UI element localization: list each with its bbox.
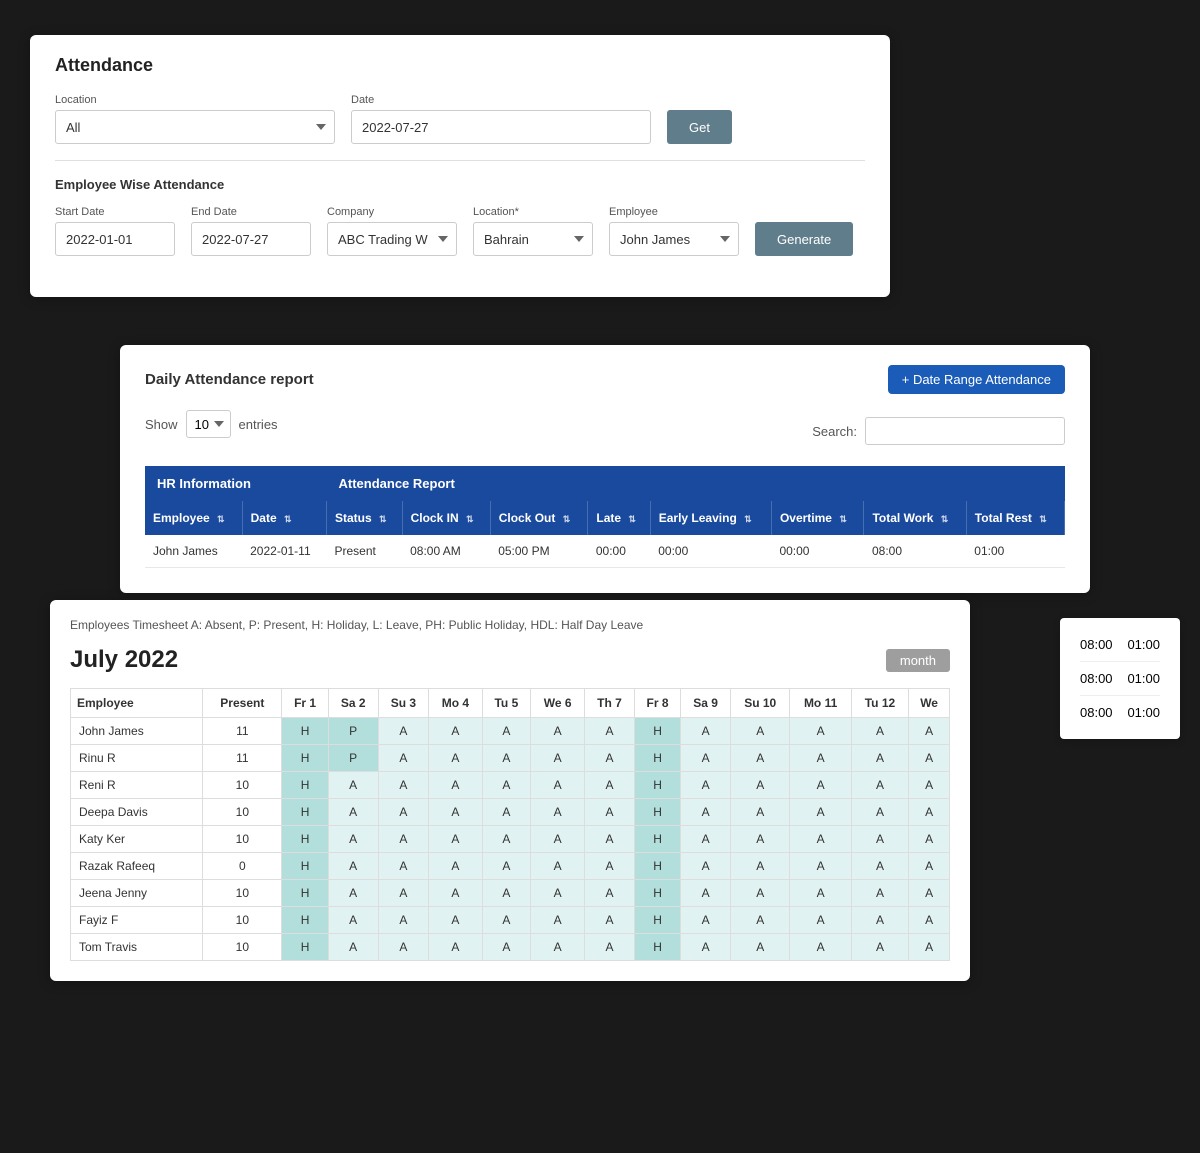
ts-day-fr1: Fr 1: [282, 689, 328, 718]
employee-wise-title: Employee Wise Attendance: [55, 177, 865, 192]
ts-day-mo11: Mo 11: [790, 689, 851, 718]
attendance-card: Attendance Location All Date Get Employe…: [30, 35, 890, 297]
timesheet-row: Tom Travis10HAAAAAAHAAAAA: [71, 934, 950, 961]
table-row: John James2022-01-11Present08:00 AM05:00…: [145, 535, 1065, 568]
timesheet-row: Deepa Davis10HAAAAAAHAAAAA: [71, 799, 950, 826]
attendance-table: HR Information Attendance Report Employe…: [145, 466, 1065, 568]
location2-label: Location*: [473, 206, 593, 218]
ts-day-su10: Su 10: [730, 689, 790, 718]
report-title: Daily Attendance report: [145, 371, 314, 388]
generate-button[interactable]: Generate: [755, 222, 853, 256]
attendance-title: Attendance: [55, 55, 865, 76]
ts-day-mo4: Mo 4: [429, 689, 482, 718]
timesheet-table: Employee Present Fr 1 Sa 2 Su 3 Mo 4 Tu …: [70, 688, 950, 961]
timesheet-row: John James11HPAAAAAHAAAAA: [71, 718, 950, 745]
col-early-leaving[interactable]: Early Leaving ⇅: [650, 501, 771, 535]
date-input[interactable]: [351, 110, 651, 144]
location-group: Location All: [55, 94, 335, 144]
employee-select[interactable]: John James: [609, 222, 739, 256]
entries-label: entries: [239, 417, 278, 432]
timesheet-row: Razak Rafeeq0HAAAAAAHAAAAA: [71, 853, 950, 880]
start-date-label: Start Date: [55, 206, 175, 218]
col-total-work[interactable]: Total Work ⇅: [864, 501, 966, 535]
company-select[interactable]: ABC Trading W: [327, 222, 457, 256]
location-label: Location: [55, 94, 335, 106]
col-overtime[interactable]: Overtime ⇅: [771, 501, 864, 535]
ts-day-th7: Th 7: [585, 689, 635, 718]
ts-day-fr8: Fr 8: [634, 689, 680, 718]
search-input[interactable]: [865, 417, 1065, 445]
date-label: Date: [351, 94, 651, 106]
extra-row-1: 08:00 01:00: [1080, 628, 1160, 662]
ts-day-tu5: Tu 5: [482, 689, 531, 718]
extra-total-work-3: 08:00: [1080, 705, 1113, 720]
col-employee[interactable]: Employee ⇅: [145, 501, 242, 535]
company-label: Company: [327, 206, 457, 218]
employee-group: Employee John James: [609, 206, 739, 256]
show-search-row: Show 10 25 50 entries Search:: [145, 410, 1065, 452]
extra-total-rest-2: 01:00: [1127, 671, 1160, 686]
ts-day-we6: We 6: [531, 689, 585, 718]
location-date-row: Location All Date Get: [55, 94, 865, 144]
entries-select[interactable]: 10 25 50: [186, 410, 231, 438]
start-date-group: Start Date: [55, 206, 175, 256]
extra-row-3: 08:00 01:00: [1080, 696, 1160, 729]
show-label: Show: [145, 417, 178, 432]
timesheet-row: Katy Ker10HAAAAAAHAAAAA: [71, 826, 950, 853]
search-group: Search:: [812, 417, 1065, 445]
extra-total-work-1: 08:00: [1080, 637, 1113, 652]
date-range-button[interactable]: + Date Range Attendance: [888, 365, 1065, 394]
ts-day-we: We: [909, 689, 950, 718]
ts-col-employee: Employee: [71, 689, 203, 718]
col-clock-in[interactable]: Clock IN ⇅: [402, 501, 490, 535]
ts-day-sa2: Sa 2: [328, 689, 378, 718]
timesheet-row: Rinu R11HPAAAAAHAAAAA: [71, 745, 950, 772]
show-entries: Show 10 25 50 entries: [145, 410, 278, 438]
ts-day-tu12: Tu 12: [851, 689, 908, 718]
timesheet-card: Employees Timesheet A: Absent, P: Presen…: [50, 600, 970, 981]
extra-total-rest-3: 01:00: [1127, 705, 1160, 720]
col-clock-out[interactable]: Clock Out ⇅: [490, 501, 588, 535]
end-date-group: End Date: [191, 206, 311, 256]
col-status[interactable]: Status ⇅: [326, 501, 402, 535]
company-group: Company ABC Trading W: [327, 206, 457, 256]
extra-row-2: 08:00 01:00: [1080, 662, 1160, 696]
location2-group: Location* Bahrain: [473, 206, 593, 256]
search-label: Search:: [812, 424, 857, 439]
location-select[interactable]: All: [55, 110, 335, 144]
timesheet-header-row-cols: Employee Present Fr 1 Sa 2 Su 3 Mo 4 Tu …: [71, 689, 950, 718]
report-header: Daily Attendance report + Date Range Att…: [145, 365, 1065, 394]
start-date-input[interactable]: [55, 222, 175, 256]
ts-col-present: Present: [203, 689, 282, 718]
location2-select[interactable]: Bahrain: [473, 222, 593, 256]
col-date[interactable]: Date ⇅: [242, 501, 326, 535]
extra-total-rest-1: 01:00: [1127, 637, 1160, 652]
header-group-row: HR Information Attendance Report: [145, 466, 1065, 501]
col-header-row: Employee ⇅ Date ⇅ Status ⇅ Clock IN ⇅ Cl…: [145, 501, 1065, 535]
attendance-report-header: Attendance Report: [326, 466, 1064, 501]
month-button[interactable]: month: [886, 649, 950, 672]
timesheet-month: July 2022: [70, 646, 178, 674]
col-total-rest[interactable]: Total Rest ⇅: [966, 501, 1064, 535]
timesheet-row: Fayiz F10HAAAAAAHAAAAA: [71, 907, 950, 934]
timesheet-row: Jeena Jenny10HAAAAAAHAAAAA: [71, 880, 950, 907]
col-late[interactable]: Late ⇅: [588, 501, 650, 535]
extra-total-work-2: 08:00: [1080, 671, 1113, 686]
extra-right-panel: 08:00 01:00 08:00 01:00 08:00 01:00: [1060, 618, 1180, 739]
timesheet-header-row: July 2022 month: [70, 646, 950, 674]
ts-day-su3: Su 3: [378, 689, 429, 718]
timesheet-row: Reni R10HAAAAAAHAAAAA: [71, 772, 950, 799]
hr-info-header: HR Information: [145, 466, 326, 501]
employee-label: Employee: [609, 206, 739, 218]
end-date-label: End Date: [191, 206, 311, 218]
timesheet-legend: Employees Timesheet A: Absent, P: Presen…: [70, 618, 950, 632]
date-group: Date: [351, 94, 651, 144]
employee-wise-row: Start Date End Date Company ABC Trading …: [55, 206, 865, 256]
get-button[interactable]: Get: [667, 110, 732, 144]
end-date-input[interactable]: [191, 222, 311, 256]
ts-day-sa9: Sa 9: [681, 689, 731, 718]
report-card: Daily Attendance report + Date Range Att…: [120, 345, 1090, 593]
